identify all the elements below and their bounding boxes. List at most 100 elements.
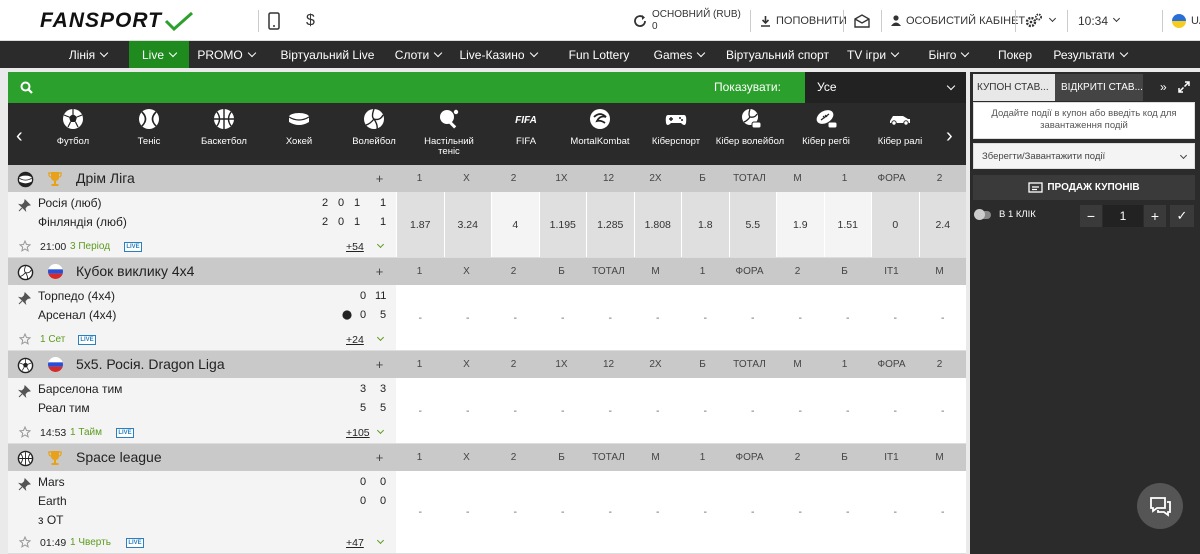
- league-header[interactable]: Кубок виклику 4х4 +1 X 2 Б ТОТАЛ М 1 ФОРА 2 Б IT1 М: [8, 258, 966, 285]
- odds-cell[interactable]: 0: [871, 192, 919, 257]
- sport-hockey[interactable]: Хокей: [264, 103, 334, 165]
- odds-cell[interactable]: -: [586, 471, 634, 553]
- odds-cell[interactable]: -: [443, 378, 491, 443]
- odds-cell[interactable]: 3.24: [443, 192, 491, 257]
- odds-cell[interactable]: -: [871, 471, 919, 553]
- odds-cell[interactable]: -: [823, 471, 871, 553]
- search-icon[interactable]: [20, 81, 33, 94]
- odds-cell[interactable]: -: [871, 285, 919, 350]
- odds-cell[interactable]: -: [491, 285, 539, 350]
- match-row[interactable]: Торпедо (4х4) Арсенал (4х4) 0 11 0 5 1 Сет LIVE…: [8, 285, 966, 351]
- chevron-down-icon[interactable]: [376, 333, 385, 342]
- nav-item[interactable]: TV ігри: [840, 41, 905, 68]
- pin-icon[interactable]: [18, 478, 31, 491]
- odds-cell[interactable]: -: [396, 378, 444, 443]
- balance[interactable]: ОСНОВНИЙ (RUB) 0: [652, 0, 741, 41]
- mobile-icon[interactable]: [268, 0, 285, 41]
- nav-item[interactable]: PROMO: [193, 41, 259, 68]
- pin-icon[interactable]: [18, 292, 31, 305]
- nav-item[interactable]: Результати: [1049, 41, 1131, 68]
- stake-confirm-button[interactable]: ✓: [1170, 205, 1194, 227]
- sport-fifa[interactable]: FIFA FIFA: [491, 103, 561, 165]
- league-header[interactable]: Дрім Ліга +1 X 2 1X 12 2X Б ТОТАЛ М 1 ФОРА 2: [8, 165, 966, 192]
- nav-item[interactable]: Віртуальний спорт: [722, 41, 833, 68]
- mail-icon[interactable]: [854, 0, 875, 41]
- nav-item[interactable]: Бінго: [919, 41, 978, 68]
- odds-cell[interactable]: -: [681, 471, 729, 553]
- more-markets-link[interactable]: +24: [346, 334, 364, 346]
- one-click-toggle[interactable]: В 1 КЛІК: [974, 208, 1036, 220]
- odds-cell[interactable]: -: [681, 285, 729, 350]
- save-load-select[interactable]: Зберегти/Завантажити події: [973, 143, 1195, 169]
- chat-button[interactable]: [1137, 483, 1183, 529]
- odds-cell[interactable]: -: [586, 378, 634, 443]
- clock-dropdown[interactable]: 10:34: [1078, 0, 1121, 41]
- star-icon[interactable]: [19, 536, 31, 548]
- odds-cell[interactable]: -: [633, 471, 681, 553]
- odds-cell[interactable]: 5.5: [728, 192, 776, 257]
- odds-cell[interactable]: -: [776, 471, 824, 553]
- pin-icon[interactable]: [18, 199, 31, 212]
- odds-cell[interactable]: -: [491, 378, 539, 443]
- odds-cell[interactable]: -: [538, 378, 586, 443]
- sport-table-tennis[interactable]: Настільний теніс: [414, 103, 484, 165]
- stake-input[interactable]: 1: [1103, 205, 1143, 227]
- odds-cell[interactable]: 2.4: [918, 192, 966, 257]
- odds-cell[interactable]: 1.285: [586, 192, 634, 257]
- carousel-prev-icon[interactable]: ‹: [16, 125, 23, 148]
- deposit-button[interactable]: ПОПОВНИТИ: [760, 0, 847, 41]
- odds-cell[interactable]: -: [823, 285, 871, 350]
- stake-minus-button[interactable]: −: [1080, 205, 1102, 227]
- sell-coupons-button[interactable]: ПРОДАЖ КУПОНІВ: [973, 175, 1195, 200]
- odds-cell[interactable]: -: [728, 285, 776, 350]
- toggle-switch[interactable]: [974, 208, 991, 220]
- cabinet-button[interactable]: ОСОБИСТИЙ КАБІНЕТ: [891, 0, 1025, 41]
- league-header[interactable]: Space league +1 X 2 Б ТОТАЛ М 1 ФОРА 2 Б IT1 М: [8, 444, 966, 471]
- sport-cyber-rally[interactable]: Кібер ралі: [865, 103, 935, 165]
- odds-cell[interactable]: -: [538, 471, 586, 553]
- nav-item[interactable]: Live: [129, 41, 189, 68]
- star-icon[interactable]: [19, 333, 31, 345]
- odds-cell[interactable]: 1.9: [776, 192, 824, 257]
- odds-cell[interactable]: 1.195: [538, 192, 586, 257]
- more-markets-link[interactable]: +54: [346, 241, 364, 253]
- odds-cell[interactable]: -: [443, 285, 491, 350]
- sport-tennis[interactable]: Теніс: [114, 103, 184, 165]
- show-select[interactable]: Усе: [805, 72, 966, 103]
- sport-cyber-volleyball[interactable]: Кібер волейбол: [715, 103, 785, 165]
- sport-mortal-kombat[interactable]: MortalKombat: [565, 103, 635, 165]
- odds-cell[interactable]: 1.51: [823, 192, 871, 257]
- match-row[interactable]: Росія (люб) Фінляндія (люб) 2 0 1 1 2 0 1 1 21:00 3…: [8, 192, 966, 258]
- currency-icon[interactable]: $: [306, 0, 315, 41]
- language-dropdown[interactable]: UA: [1172, 0, 1200, 41]
- sport-volleyball[interactable]: Волейбол: [339, 103, 409, 165]
- odds-cell[interactable]: -: [633, 378, 681, 443]
- odds-cell[interactable]: -: [538, 285, 586, 350]
- odds-cell[interactable]: -: [586, 285, 634, 350]
- star-icon[interactable]: [19, 240, 31, 252]
- logo[interactable]: FANSPORT: [40, 8, 194, 34]
- nav-item[interactable]: Лінія: [57, 41, 119, 68]
- more-markets-link[interactable]: +105: [346, 427, 370, 439]
- settings-dropdown[interactable]: [1025, 0, 1057, 41]
- odds-cell[interactable]: -: [633, 285, 681, 350]
- star-icon[interactable]: [19, 426, 31, 438]
- nav-item[interactable]: Games: [642, 41, 716, 68]
- refresh-icon[interactable]: [633, 0, 652, 41]
- odds-cell[interactable]: -: [396, 285, 444, 350]
- nav-item[interactable]: Fun Lottery: [561, 41, 637, 68]
- tab-open-bets[interactable]: ВІДКРИТІ СТАВ...: [1055, 74, 1143, 101]
- odds-cell[interactable]: -: [396, 471, 444, 553]
- tab-coupon[interactable]: КУПОН СТАВ...: [973, 74, 1055, 101]
- odds-cell[interactable]: 1.8: [681, 192, 729, 257]
- nav-item[interactable]: Live-Казино: [459, 41, 538, 68]
- sport-football[interactable]: Футбол: [38, 103, 108, 165]
- stake-plus-button[interactable]: +: [1144, 205, 1166, 227]
- more-markets-link[interactable]: +47: [346, 537, 364, 549]
- odds-cell[interactable]: -: [491, 471, 539, 553]
- nav-item[interactable]: Слоти: [389, 41, 447, 68]
- odds-cell[interactable]: -: [871, 378, 919, 443]
- odds-cell[interactable]: -: [681, 378, 729, 443]
- odds-cell[interactable]: -: [918, 471, 966, 553]
- odds-cell[interactable]: -: [776, 285, 824, 350]
